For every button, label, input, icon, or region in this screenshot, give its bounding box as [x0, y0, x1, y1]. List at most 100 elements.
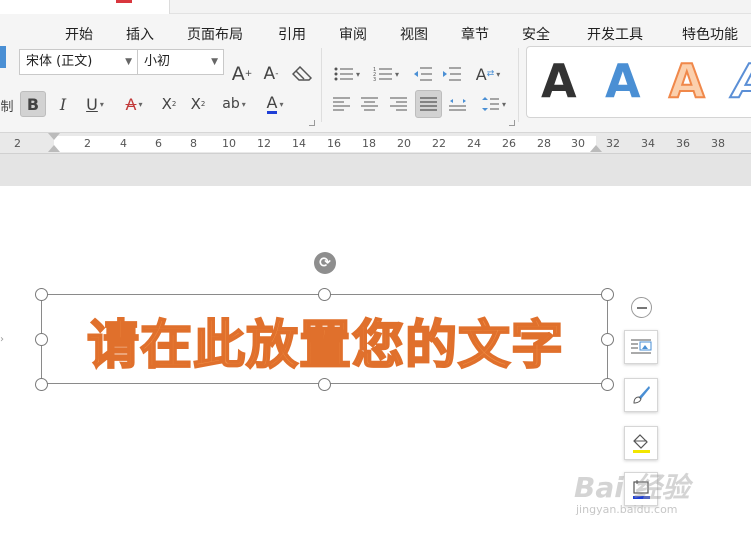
svg-text:3: 3: [373, 77, 376, 81]
superscript-icon[interactable]: X2: [157, 91, 181, 117]
align-left-icon[interactable]: [330, 91, 354, 117]
clear-format-icon[interactable]: [290, 62, 314, 86]
tab-indicator: [116, 0, 132, 3]
italic-icon[interactable]: I: [52, 91, 74, 117]
watermark-url: jingyan.baidu.com: [576, 503, 678, 516]
numbering-icon[interactable]: 1 2 3 ▾: [369, 61, 403, 87]
ruler-label: 22: [432, 137, 446, 150]
tab-developer-tools[interactable]: 开发工具: [587, 22, 643, 48]
decrease-indent-icon[interactable]: [411, 61, 435, 87]
style-blue-outline-a[interactable]: A: [732, 49, 751, 113]
font-family-select[interactable]: 宋体 (正文) ▼: [19, 49, 138, 75]
ruler-label: 26: [502, 137, 516, 150]
chevron-down-icon: ▾: [138, 99, 143, 109]
rotate-handle-icon[interactable]: ⟳: [314, 252, 336, 274]
resize-handle-top[interactable]: [318, 288, 331, 301]
resize-handle-bottom-right[interactable]: [601, 378, 614, 391]
align-right-icon[interactable]: [387, 91, 411, 117]
layout-options-button[interactable]: [624, 330, 658, 364]
tab-page-layout[interactable]: 页面布局: [187, 22, 243, 48]
line-spacing-icon[interactable]: ▾: [476, 91, 512, 117]
chevron-down-icon: ▾: [355, 69, 360, 79]
font-size-select[interactable]: 小初 ▼: [137, 49, 224, 75]
paragraph-dialog-launcher[interactable]: [509, 120, 515, 126]
grow-font-icon[interactable]: A +: [230, 61, 254, 87]
tab-start[interactable]: 开始: [65, 22, 93, 48]
resize-handle-top-left[interactable]: [35, 288, 48, 301]
resize-handle-bottom[interactable]: [318, 378, 331, 391]
ruler-label: 38: [711, 137, 725, 150]
underline-icon[interactable]: U ▾: [80, 91, 110, 117]
style-blue-a[interactable]: A: [605, 49, 641, 113]
wordart-textbox[interactable]: 请在此放置您的文字: [41, 294, 608, 384]
bold-icon[interactable]: B: [20, 91, 46, 117]
font-color-icon[interactable]: A ▾: [258, 91, 292, 117]
tab-chapter[interactable]: 章节: [461, 22, 489, 48]
chevron-down-icon: ▼: [125, 57, 132, 67]
fill-bucket-icon: [633, 434, 650, 453]
first-line-indent-marker[interactable]: [48, 133, 60, 140]
text-style-gallery: A A A A: [526, 46, 751, 118]
bullets-icon[interactable]: ▾: [330, 61, 364, 87]
group-separator: [518, 48, 519, 122]
right-indent-marker[interactable]: [590, 145, 602, 152]
chevron-down-icon: ▾: [279, 99, 284, 109]
tab-special-features[interactable]: 特色功能: [682, 22, 738, 48]
chevron-down-icon: ▼: [211, 57, 218, 67]
ruler-label: 4: [120, 137, 127, 150]
style-black-a[interactable]: A: [541, 49, 577, 113]
resize-handle-bottom-left[interactable]: [35, 378, 48, 391]
ruler-label: 18: [362, 137, 376, 150]
tab-insert[interactable]: 插入: [126, 22, 154, 48]
shrink-font-icon[interactable]: A-: [259, 61, 283, 87]
document-tab[interactable]: [0, 0, 170, 14]
ruler-label: 6: [155, 137, 162, 150]
format-painter-icon[interactable]: [0, 46, 6, 68]
subscript-icon[interactable]: X2: [186, 91, 210, 117]
chevron-down-icon: ▾: [241, 99, 246, 109]
hanging-indent-marker[interactable]: [48, 145, 60, 152]
group-separator: [321, 48, 322, 122]
chevron-down-icon: ▾: [501, 99, 506, 109]
wordart-text[interactable]: 请在此放置您的文字: [42, 295, 609, 385]
increase-indent-icon[interactable]: [440, 61, 464, 87]
text-wrap-icon: [631, 339, 652, 354]
ruler-label: 8: [190, 137, 197, 150]
tab-review[interactable]: 审阅: [339, 22, 367, 48]
ruler-label: 2: [14, 137, 21, 150]
text-direction-icon[interactable]: A ⇄ ▾: [470, 61, 506, 87]
distributed-icon[interactable]: [446, 91, 470, 117]
ruler-label: 16: [327, 137, 341, 150]
document-margin-band: [0, 154, 751, 186]
resize-handle-left[interactable]: [35, 333, 48, 346]
title-bar: [0, 0, 751, 14]
resize-handle-top-right[interactable]: [601, 288, 614, 301]
horizontal-ruler[interactable]: 2 2 4 6 8 10 12 14 16 18 20 22 24 26 28 …: [0, 132, 751, 154]
strikethrough-icon[interactable]: A ▾: [117, 91, 151, 117]
ruler-label: 10: [222, 137, 236, 150]
ruler-label: 34: [641, 137, 655, 150]
chevron-down-icon: ▾: [394, 69, 399, 79]
ruler-label: 28: [537, 137, 551, 150]
justify-icon[interactable]: [415, 90, 442, 118]
style-orange-outline-a[interactable]: A: [668, 49, 706, 113]
fill-button[interactable]: [624, 426, 658, 460]
tab-view[interactable]: 视图: [400, 22, 428, 48]
chevron-down-icon: ▾: [496, 69, 501, 79]
brush-icon: [633, 386, 650, 404]
tab-security[interactable]: 安全: [522, 22, 550, 48]
ruler-label: 14: [292, 137, 306, 150]
character-spacing-icon[interactable]: ab ▾: [216, 91, 252, 117]
font-family-value: 宋体 (正文): [26, 54, 93, 69]
ruler-label: 32: [606, 137, 620, 150]
tab-references[interactable]: 引用: [278, 22, 306, 48]
resize-handle-right[interactable]: [601, 333, 614, 346]
chevron-down-icon: ▾: [99, 99, 104, 109]
collapse-toolbar-icon[interactable]: [631, 297, 652, 318]
shape-style-button[interactable]: [624, 378, 658, 412]
ruler-label: 30: [571, 137, 585, 150]
font-dialog-launcher[interactable]: [309, 120, 315, 126]
insertion-cursor: ›: [0, 334, 4, 345]
watermark: Bai 经验: [574, 471, 690, 504]
align-center-icon[interactable]: [358, 91, 382, 117]
